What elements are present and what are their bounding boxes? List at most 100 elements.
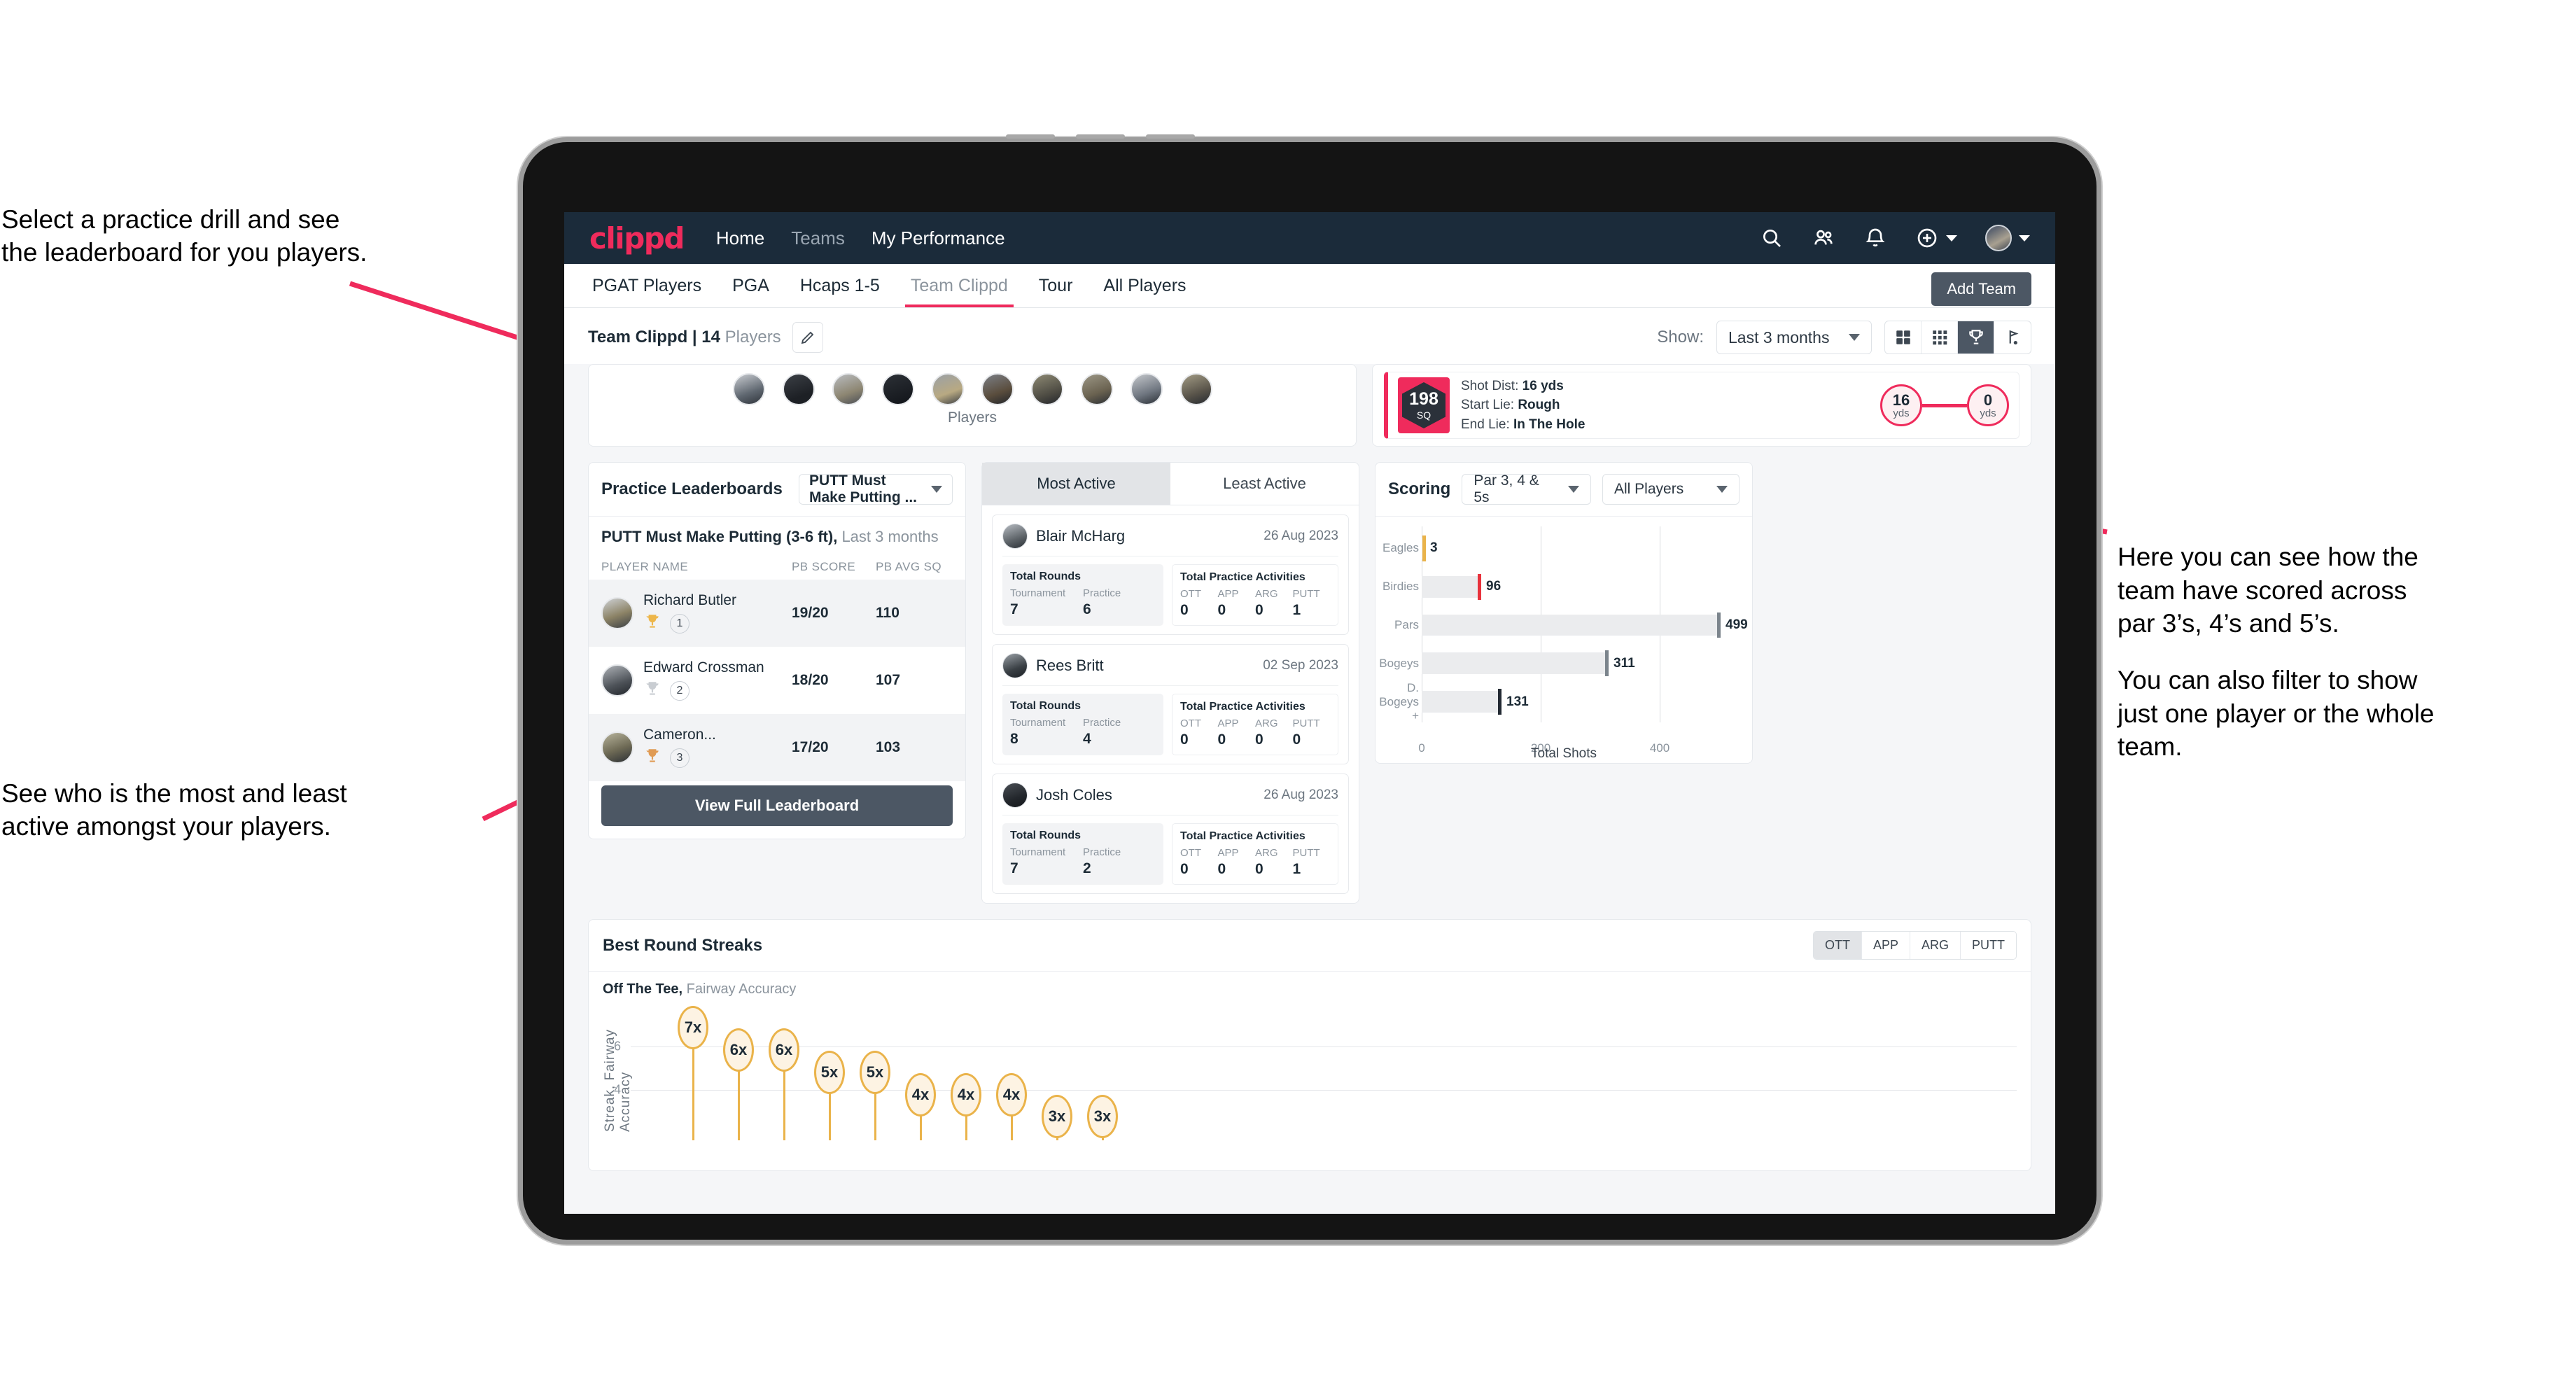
player-avatar[interactable] [881,373,914,405]
streak-marker[interactable]: 4x [905,1073,936,1116]
streaks-toggle-ott[interactable]: OTT [1813,932,1862,959]
streaks-toggle-app[interactable]: APP [1862,932,1910,959]
chevron-down-icon[interactable] [1946,234,1957,241]
table-row[interactable]: Edward Crossman 2 18/20 107 [589,647,965,714]
ott-value: 0 [1180,732,1189,748]
avatar [1002,653,1028,678]
putt-stat: PUTT 1 [1293,588,1331,619]
tournament-stat: Tournament 8 [1010,717,1083,748]
leaderboard-player: Edward Crossman 2 [643,659,792,701]
tab-pgat-players[interactable]: PGAT Players [591,265,703,307]
tab-tour[interactable]: Tour [1037,265,1074,307]
player-avatar[interactable] [1030,373,1063,405]
tablet-screen: clippd Home Teams My Performance PGAT Pl… [564,212,2055,1214]
player-avatar[interactable] [732,373,765,405]
streaks-subtitle-bold: Off The Tee, [603,981,683,997]
view-toggle-grid-2x2[interactable] [1885,321,1921,354]
tab-hcaps-1-5[interactable]: Hcaps 1-5 [799,265,881,307]
streak-marker[interactable]: 5x [860,1051,890,1094]
profile-menu[interactable] [1985,225,2030,251]
player-avatar[interactable] [981,373,1014,405]
bar-label: D. Bogeys + [1379,680,1419,722]
streak-marker[interactable]: 4x [951,1073,981,1116]
tab-most-active[interactable]: Most Active [982,463,1170,505]
chevron-down-icon[interactable] [2019,234,2030,241]
arg-label: ARG [1255,718,1278,729]
add-menu[interactable] [1915,226,1957,250]
people-icon[interactable] [1812,226,1835,250]
best-round-streaks-panel: Best Round Streaks OTT APP ARG PUTT Off … [588,919,2031,1171]
player-avatar[interactable] [1130,373,1163,405]
player-avatar[interactable] [931,373,964,405]
drill-select[interactable]: PUTT Must Make Putting ... [799,472,953,505]
drill-subtitle: PUTT Must Make Putting (3-6 ft), Last 3 … [589,517,965,552]
annotation-top-left: Select a practice drill and see the lead… [1,205,368,267]
player-avatar[interactable] [1180,373,1212,405]
bar-label: Pars [1394,617,1419,631]
plus-circle-icon[interactable] [1915,226,1939,250]
par-select[interactable]: Par 3, 4 & 5s [1462,472,1591,505]
bar-row-pars: Pars 499 [1394,606,1748,645]
tab-pga[interactable]: PGA [731,265,771,307]
table-row[interactable]: Cameron... 3 17/20 103 [589,714,965,781]
streak-marker[interactable]: 3x [1042,1095,1072,1138]
streak-marker[interactable]: 5x [814,1051,845,1094]
bell-icon[interactable] [1863,226,1887,250]
arg-value: 0 [1255,602,1264,618]
tab-least-active[interactable]: Least Active [1170,463,1359,505]
tournament-label: Tournament [1010,846,1066,858]
nav-link-teams[interactable]: Teams [791,227,845,249]
view-toggle-trophy[interactable] [1958,321,1994,354]
scoring-panel: Scoring Par 3, 4 & 5s All Players Eagles… [1375,462,1753,764]
avatar[interactable] [1985,225,2012,251]
nav-link-home[interactable]: Home [716,227,764,249]
streak-marker[interactable]: 3x [1087,1095,1118,1138]
table-row[interactable]: Richard Butler 1 19/20 110 [589,580,965,647]
tab-all-players[interactable]: All Players [1102,265,1187,307]
list-item[interactable]: Josh Coles 26 Aug 2023 Total Rounds Tour… [992,774,1349,894]
activity-date: 02 Sep 2023 [1263,658,1338,673]
player-avatar[interactable] [1080,373,1113,405]
view-toggle-grid-3x3[interactable] [1921,321,1958,354]
view-toggle-flag[interactable] [1994,321,2031,354]
streak-marker[interactable]: 6x [723,1028,754,1072]
streak-marker[interactable]: 7x [678,1006,708,1049]
list-item[interactable]: Rees Britt 02 Sep 2023 Total Rounds Tour… [992,644,1349,764]
streaks-toggle-putt[interactable]: PUTT [1961,932,2016,959]
practice-value: 6 [1083,601,1091,617]
streak-marker[interactable]: 6x [769,1028,799,1072]
players-caption: Players [947,410,997,426]
shot-yardage-diagram: 16 yds 0 yds [1880,384,2009,426]
date-range-select[interactable]: Last 3 months [1716,321,1872,354]
player-filter-select[interactable]: All Players [1602,474,1740,505]
player-avatar[interactable] [832,373,864,405]
tournament-stat: Tournament 7 [1010,846,1083,877]
search-icon[interactable] [1760,226,1784,250]
chevron-down-icon [1716,486,1728,493]
app-stat: APP 0 [1218,847,1256,878]
practice-leaderboards-title: Practice Leaderboards [601,479,783,498]
edit-team-button[interactable] [792,322,823,353]
nav-right-icons [1760,225,2030,251]
ott-stat: OTT 0 [1180,588,1218,619]
add-team-button[interactable]: Add Team [1931,272,2031,306]
annotation-right-para2: You can also filter to show just one pla… [2118,666,2435,762]
total-rounds-block: Total Rounds Tournament 8 Practice 4 [1002,694,1163,755]
player-avatar[interactable] [782,373,815,405]
streaks-lollipop-chart: Streak, Fairway Accuracy 6 4 7x 6x 6x 5x [603,1000,2017,1140]
ott-label: OTT [1180,588,1201,600]
view-full-leaderboard-button[interactable]: View Full Leaderboard [601,785,953,826]
player-name: Cameron... [643,727,716,743]
list-item[interactable]: Blair McHarg 26 Aug 2023 Total Rounds To… [992,514,1349,635]
clippd-logo[interactable]: clippd [589,221,685,255]
total-rounds-label: Total Rounds [1010,830,1082,841]
shot-start-yards-unit: yds [1893,407,1910,419]
nav-link-my-performance[interactable]: My Performance [872,227,1005,249]
tab-team-clippd[interactable]: Team Clippd [904,265,1014,307]
activity-card-header: Josh Coles 26 Aug 2023 [1002,783,1338,816]
pb-score-cell: 19/20 [792,605,829,621]
team-title: Team Clippd | 14 Players [588,328,781,347]
streak-marker[interactable]: 4x [996,1073,1027,1116]
streaks-toggle-arg[interactable]: ARG [1910,932,1961,959]
page-content: Team Clippd | 14 Players Show: Last 3 mo… [564,308,2055,1214]
